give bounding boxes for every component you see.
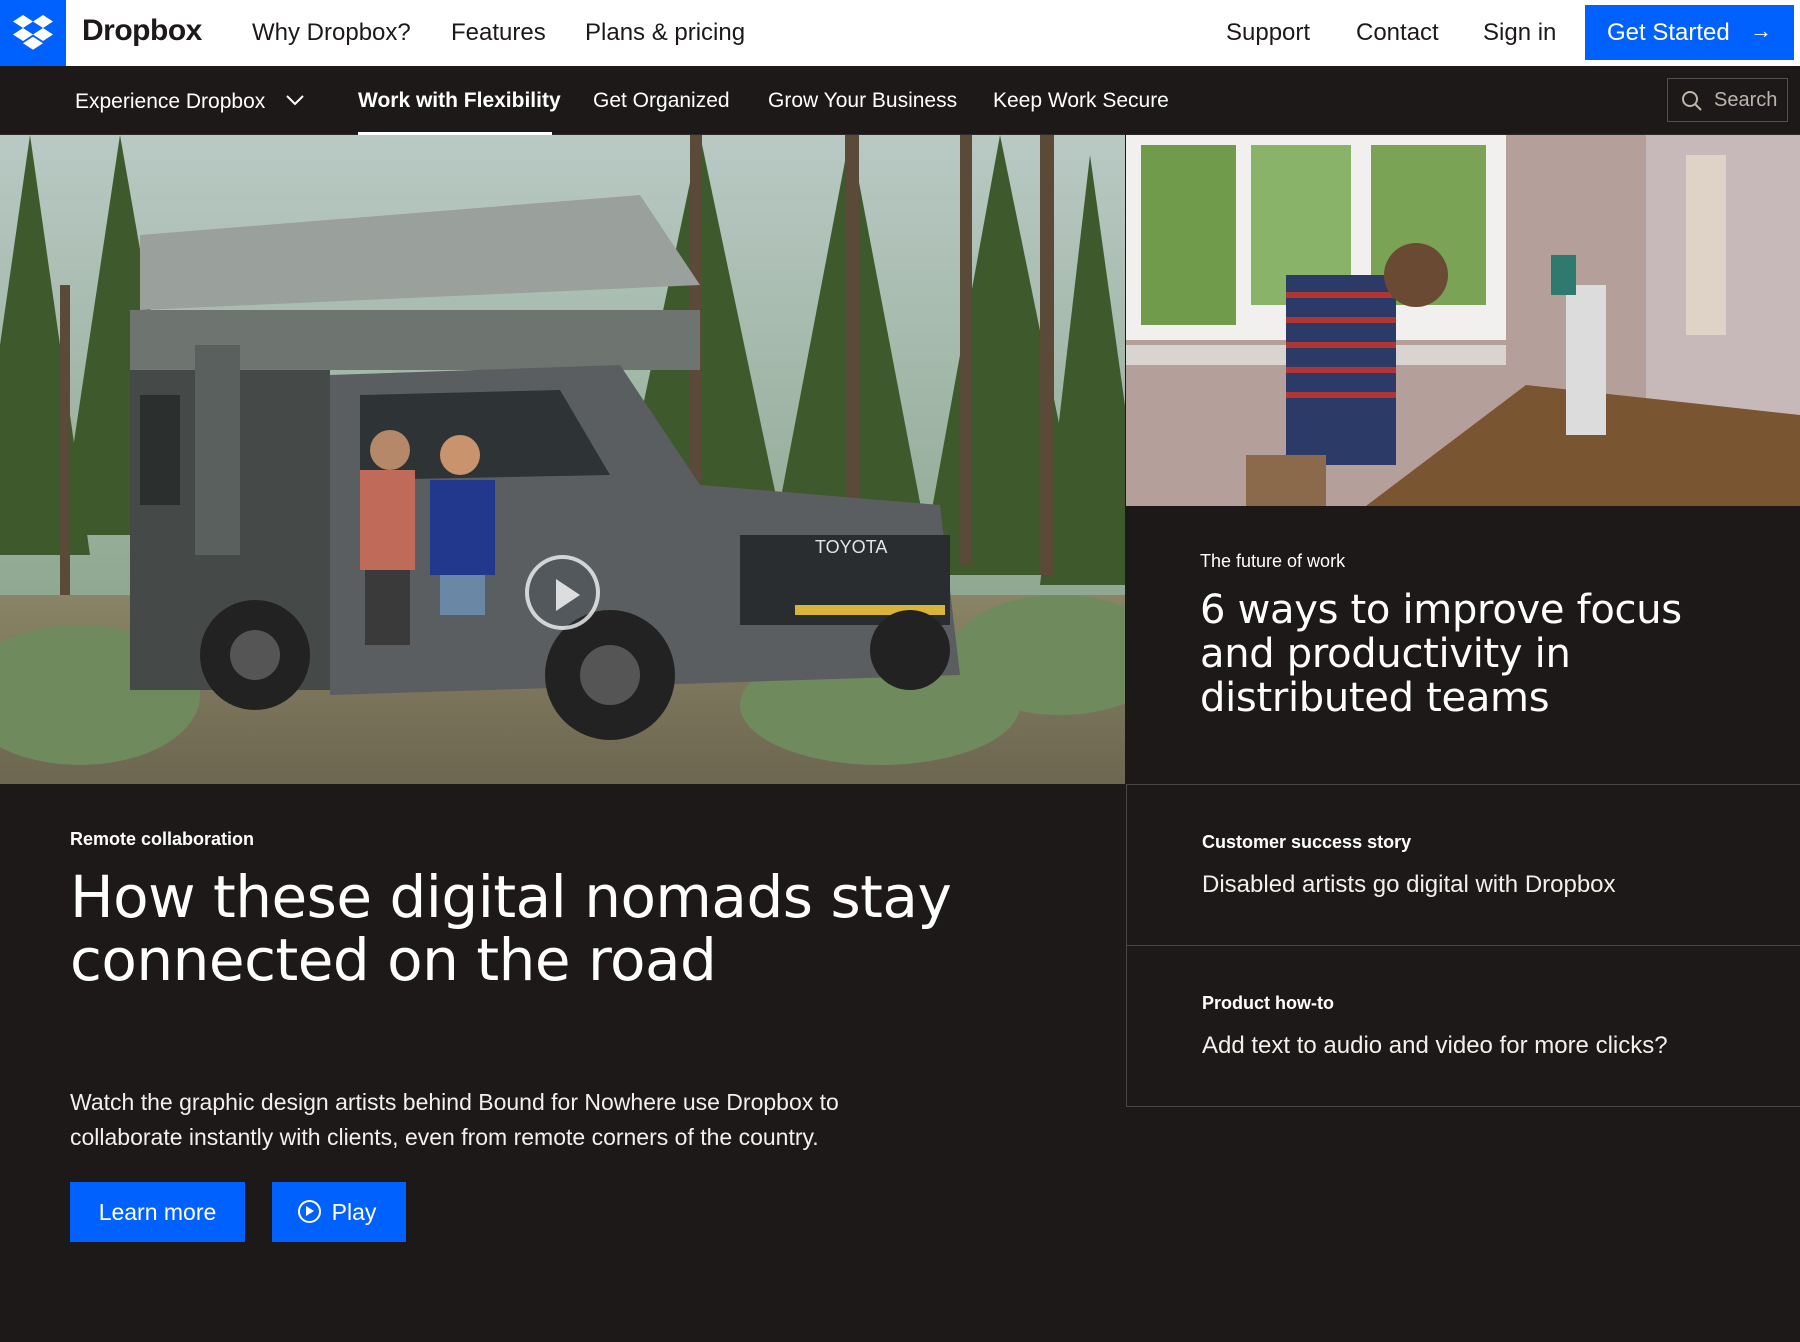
chevron-down-icon (285, 88, 305, 112)
feature-title[interactable]: 6 ways to improve focus and productivity… (1200, 588, 1760, 720)
experience-dropbox-dropdown[interactable]: Experience Dropbox (75, 90, 305, 114)
secondary-navigation: Experience Dropbox Work with Flexibility… (0, 66, 1800, 135)
experience-label: Experience Dropbox (75, 90, 266, 113)
card-text[interactable]: Disabled artists go digital with Dropbox (1202, 871, 1616, 899)
play-button[interactable]: Play (272, 1182, 406, 1242)
truck-badge: TOYOTA (815, 537, 887, 557)
nav-contact[interactable]: Contact (1356, 19, 1439, 47)
nav-sign-in[interactable]: Sign in (1483, 19, 1556, 47)
card-text[interactable]: Add text to audio and video for more cli… (1202, 1032, 1668, 1060)
tab-work-with-flexibility[interactable]: Work with Flexibility (358, 89, 561, 113)
nav-why-dropbox[interactable]: Why Dropbox? (252, 19, 411, 47)
feature-eyebrow: The future of work (1200, 551, 1346, 571)
nav-plans-pricing[interactable]: Plans & pricing (585, 19, 745, 47)
tab-grow-your-business[interactable]: Grow Your Business (768, 89, 957, 113)
learn-more-button[interactable]: Learn more (70, 1182, 245, 1242)
tab-get-organized[interactable]: Get Organized (593, 89, 730, 113)
arrow-right-icon: → (1750, 18, 1772, 43)
tab-keep-work-secure[interactable]: Keep Work Secure (993, 89, 1169, 113)
card-label: Product how-to (1202, 993, 1334, 1013)
get-started-label: Get Started (1607, 19, 1730, 46)
article-card-customer-success[interactable]: Customer success story Disabled artists … (1126, 784, 1800, 945)
hero-title: How these digital nomads stay connected … (70, 863, 952, 994)
divider (1126, 1106, 1800, 1107)
top-navigation: Dropbox Why Dropbox? Features Plans & pr… (0, 0, 1800, 66)
play-label: Play (331, 1199, 377, 1225)
nav-support[interactable]: Support (1226, 19, 1310, 47)
card-label: Customer success story (1202, 832, 1412, 852)
get-started-button[interactable]: Get Started → (1585, 5, 1794, 60)
search-icon (1682, 91, 1702, 111)
play-icon (556, 579, 580, 611)
brand-name[interactable]: Dropbox (82, 14, 202, 48)
hero-image-camper-truck[interactable]: TOYOTA (0, 135, 1125, 784)
search-placeholder: Search (1714, 89, 1778, 111)
hero-eyebrow: Remote collaboration (70, 829, 255, 849)
search-input[interactable]: Search (1667, 78, 1788, 122)
featured-article-card[interactable]: The future of work 6 ways to improve foc… (1126, 506, 1800, 784)
hero-description: Watch the graphic design artists behind … (70, 1089, 839, 1150)
play-circle-icon (298, 1200, 321, 1223)
nav-features[interactable]: Features (451, 19, 546, 47)
article-card-product-how-to[interactable]: Product how-to Add text to audio and vid… (1126, 945, 1800, 1106)
dropbox-logo-icon[interactable] (0, 0, 66, 66)
article-image-man-at-desk[interactable] (1126, 135, 1800, 506)
video-play-overlay-button[interactable] (525, 555, 600, 630)
